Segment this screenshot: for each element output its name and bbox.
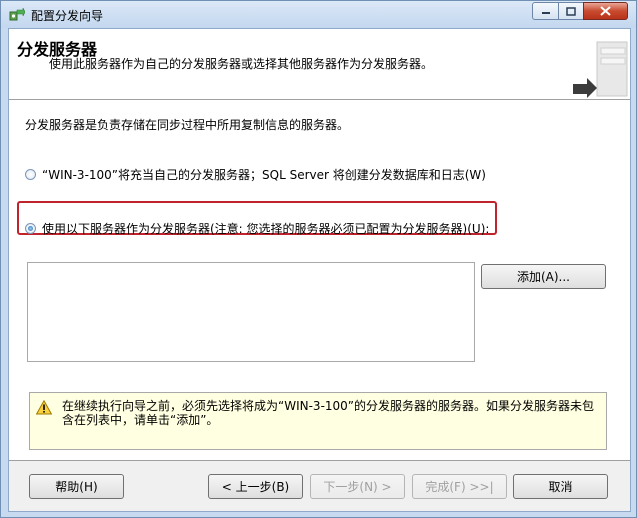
minimize-icon: [541, 12, 550, 14]
back-button[interactable]: < 上一步(B): [208, 474, 303, 499]
title-bar[interactable]: 配置分发向导: [1, 1, 636, 28]
option-self-distributor[interactable]: “WIN-3-100”将充当自己的分发服务器；SQL Server 将创建分发数…: [25, 166, 486, 183]
option-self-distributor-label: “WIN-3-100”将充当自己的分发服务器；SQL Server 将创建分发数…: [42, 168, 486, 182]
option-other-distributor[interactable]: 使用以下服务器作为分发服务器(注意: 您选择的服务器必须已配置为分发服务器)(U…: [25, 220, 489, 237]
page-subtitle: 使用此服务器作为自己的分发服务器或选择其他服务器作为分发服务器。: [49, 57, 434, 71]
footer-divider: [9, 460, 630, 461]
wizard-window: 配置分发向导 分发服务器 使用此服务器作为自己的分发服务器或选择其他服务器作为分…: [0, 0, 637, 518]
radio-self-distributor[interactable]: [25, 169, 36, 180]
window-title: 配置分发向导: [31, 9, 104, 23]
close-icon: [600, 6, 611, 16]
wizard-icon: [9, 7, 25, 21]
warning-text: 在继续执行向导之前，必须先选择将成为“WIN-3-100”的分发服务器的服务器。…: [62, 399, 595, 427]
close-button[interactable]: [583, 2, 628, 20]
next-button[interactable]: 下一步(N) >: [310, 474, 405, 499]
server-graphic-icon: [573, 41, 628, 98]
intro-text: 分发服务器是负责存储在同步过程中所用复制信息的服务器。: [25, 118, 350, 132]
warning-icon: [36, 400, 52, 415]
option-other-distributor-label: 使用以下服务器作为分发服务器(注意: 您选择的服务器必须已配置为分发服务器)(U…: [42, 222, 490, 236]
cancel-button[interactable]: 取消: [513, 474, 608, 499]
help-button[interactable]: 帮助(H): [29, 474, 124, 499]
maximize-icon: [566, 6, 576, 16]
radio-other-distributor[interactable]: [25, 223, 36, 234]
distributor-server-list[interactable]: [27, 262, 475, 362]
wizard-header: 分发服务器 使用此服务器作为自己的分发服务器或选择其他服务器作为分发服务器。: [9, 29, 630, 100]
finish-button[interactable]: 完成(F) >>|: [412, 474, 507, 499]
minimize-button[interactable]: [532, 2, 558, 20]
wizard-body: 分发服务器是负责存储在同步过程中所用复制信息的服务器。 “WIN-3-100”将…: [9, 100, 630, 460]
warning-message-box: 在继续执行向导之前，必须先选择将成为“WIN-3-100”的分发服务器的服务器。…: [29, 392, 607, 450]
wizard-client: 分发服务器 使用此服务器作为自己的分发服务器或选择其他服务器作为分发服务器。 分…: [8, 28, 631, 512]
add-button[interactable]: 添加(A)...: [481, 264, 606, 289]
maximize-button[interactable]: [558, 2, 583, 20]
